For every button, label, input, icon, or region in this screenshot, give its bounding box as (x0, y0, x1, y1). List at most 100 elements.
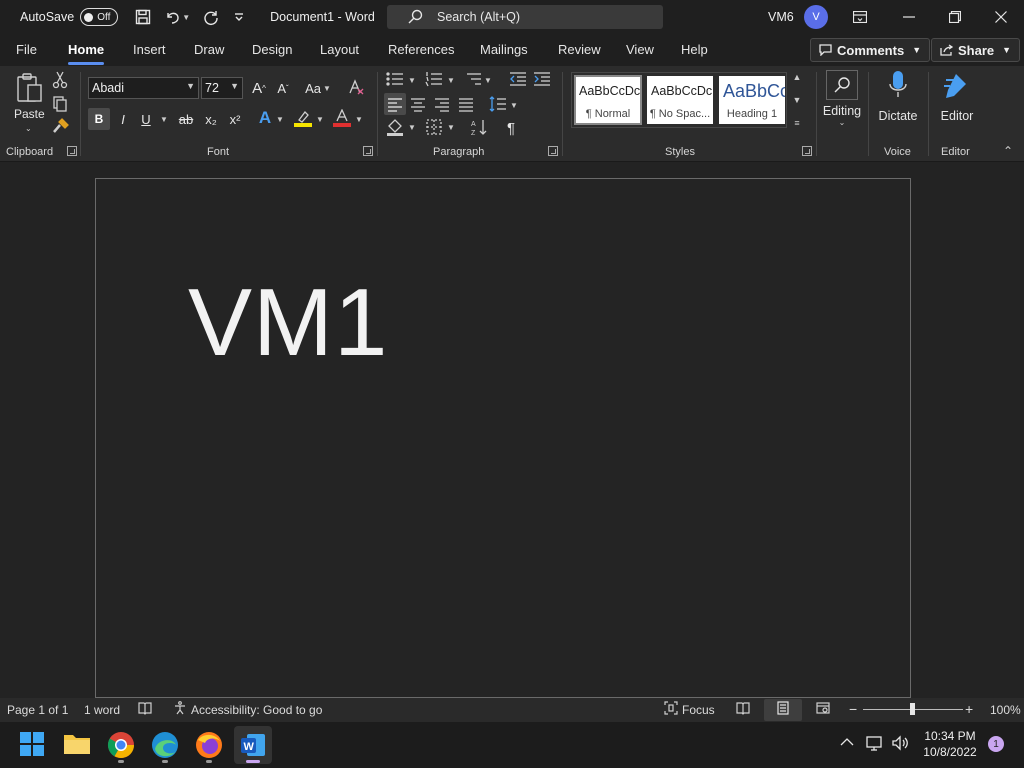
ribbon-display-options-icon[interactable] (837, 0, 883, 34)
avatar[interactable]: V (804, 5, 828, 29)
strikethrough-button[interactable]: ab (176, 110, 196, 128)
text-effects-icon[interactable]: A (256, 108, 274, 128)
windows-start-icon[interactable] (19, 731, 47, 759)
network-icon[interactable] (866, 734, 884, 755)
borders-icon[interactable] (425, 118, 443, 136)
text-effects-dropdown-icon[interactable]: ▼ (276, 115, 284, 124)
tab-help[interactable]: Help (681, 42, 708, 57)
more-styles-icon[interactable]: ≡ (794, 118, 799, 128)
highlight-dropdown-icon[interactable]: ▼ (316, 115, 324, 124)
copy-icon[interactable] (52, 95, 70, 113)
font-launcher-icon[interactable] (363, 146, 373, 156)
customize-toolbar-icon[interactable] (228, 6, 250, 28)
web-layout-icon[interactable] (816, 701, 830, 718)
tab-draw[interactable]: Draw (194, 42, 224, 57)
grow-font-button[interactable]: A ^ (249, 78, 269, 98)
font-family-select[interactable]: Abadi ▼ (88, 77, 199, 99)
comments-button[interactable]: Comments ▼ (810, 38, 931, 62)
highlight-icon[interactable] (294, 109, 312, 127)
shrink-font-button[interactable]: Aˇ (273, 78, 293, 98)
accessibility-status[interactable]: Accessibility: Good to go (191, 703, 322, 717)
chevron-up-icon[interactable]: ▲ (793, 72, 802, 82)
paste-dropdown-icon[interactable]: ⌄ (25, 124, 32, 133)
search-box[interactable]: Search (Alt+Q) (387, 5, 663, 29)
proofing-book-icon[interactable] (138, 701, 152, 718)
chevron-down-icon[interactable]: ▼ (793, 95, 802, 105)
restore-button[interactable] (932, 0, 978, 34)
chevron-up-icon[interactable] (840, 736, 854, 750)
document-page[interactable]: VM1 (95, 178, 911, 698)
tab-review[interactable]: Review (558, 42, 601, 57)
notification-badge[interactable]: 1 (988, 736, 1004, 752)
focus-label[interactable]: Focus (682, 703, 715, 717)
numbering-dropdown-icon[interactable]: ▼ (447, 76, 455, 85)
system-clock[interactable]: 10:34 PM 10/8/2022 (918, 728, 982, 760)
zoom-out-button[interactable]: − (849, 701, 857, 717)
dictate-button[interactable]: Dictate (874, 70, 922, 123)
justify-icon[interactable] (458, 96, 476, 114)
line-spacing-dropdown-icon[interactable]: ▼ (510, 101, 518, 110)
numbering-icon[interactable] (425, 70, 443, 88)
shading-icon[interactable] (386, 118, 404, 136)
word-count[interactable]: 1 word (84, 703, 120, 717)
chrome-icon[interactable] (107, 731, 135, 759)
borders-dropdown-icon[interactable]: ▼ (447, 123, 455, 132)
close-button[interactable] (978, 0, 1024, 34)
document-body-text[interactable]: VM1 (188, 275, 388, 371)
increase-indent-icon[interactable] (533, 70, 551, 88)
firefox-icon[interactable] (195, 731, 223, 759)
tab-mailings[interactable]: Mailings (480, 42, 528, 57)
zoom-slider-thumb[interactable] (910, 703, 915, 715)
bullets-dropdown-icon[interactable]: ▼ (408, 76, 416, 85)
accessibility-icon[interactable] (173, 701, 187, 718)
edge-icon[interactable] (151, 731, 179, 759)
underline-dropdown-icon[interactable]: ▼ (160, 115, 168, 124)
tab-references[interactable]: References (388, 42, 454, 57)
font-size-select[interactable]: 72 ▼ (201, 77, 243, 99)
tab-layout[interactable]: Layout (320, 42, 359, 57)
read-mode-icon[interactable] (736, 701, 750, 718)
subscript-button[interactable]: x₂ (202, 110, 220, 128)
change-case-button[interactable]: Aa ▼ (302, 78, 334, 98)
autosave-control[interactable]: AutoSave Off (20, 8, 119, 26)
autosave-toggle[interactable]: Off (80, 8, 119, 26)
tab-design[interactable]: Design (252, 42, 292, 57)
word-icon[interactable]: W (239, 731, 267, 759)
tab-insert[interactable]: Insert (133, 42, 166, 57)
file-explorer-icon[interactable] (63, 731, 91, 759)
undo-icon[interactable] (162, 6, 184, 28)
zoom-in-button[interactable]: + (965, 701, 973, 717)
multilevel-list-dropdown-icon[interactable]: ▼ (484, 76, 492, 85)
sort-icon[interactable]: AZ (470, 118, 488, 137)
font-color-dropdown-icon[interactable]: ▼ (355, 115, 363, 124)
volume-icon[interactable] (891, 734, 909, 755)
tab-home[interactable]: Home (68, 42, 105, 65)
paste-button[interactable] (12, 72, 48, 107)
zoom-level[interactable]: 100% (990, 703, 1021, 717)
align-center-icon[interactable] (410, 96, 428, 114)
italic-button[interactable]: I (116, 110, 130, 128)
superscript-button[interactable]: x² (226, 110, 244, 128)
styles-launcher-icon[interactable] (802, 146, 812, 156)
collapse-ribbon-icon[interactable]: ⌃ (1003, 144, 1013, 158)
user-name[interactable]: VM6 (768, 10, 794, 24)
tab-view[interactable]: View (626, 42, 654, 57)
align-left-button[interactable] (384, 93, 406, 115)
shading-dropdown-icon[interactable]: ▼ (408, 123, 416, 132)
editing-button[interactable]: Editing ⌄ (822, 70, 862, 127)
show-formatting-marks-icon[interactable]: ¶ (502, 118, 520, 138)
save-icon[interactable] (132, 6, 154, 28)
underline-button[interactable]: U (139, 110, 153, 128)
format-painter-icon[interactable] (52, 117, 70, 135)
editor-button[interactable]: Editor (934, 70, 980, 123)
styles-gallery-scroll[interactable]: ▲ ▼ ≡ (790, 72, 804, 128)
tab-file[interactable]: File (16, 42, 37, 57)
page-count[interactable]: Page 1 of 1 (7, 703, 68, 717)
style-normal[interactable]: AaBbCcDc ¶ Normal (574, 75, 642, 125)
style-heading-1[interactable]: AaBbCc Heading 1 (719, 76, 785, 124)
paragraph-launcher-icon[interactable] (548, 146, 558, 156)
print-layout-icon[interactable] (776, 701, 790, 718)
style-no-spacing[interactable]: AaBbCcDc ¶ No Spac... (647, 76, 713, 124)
line-spacing-icon[interactable] (489, 95, 507, 113)
font-color-icon[interactable] (333, 108, 351, 127)
